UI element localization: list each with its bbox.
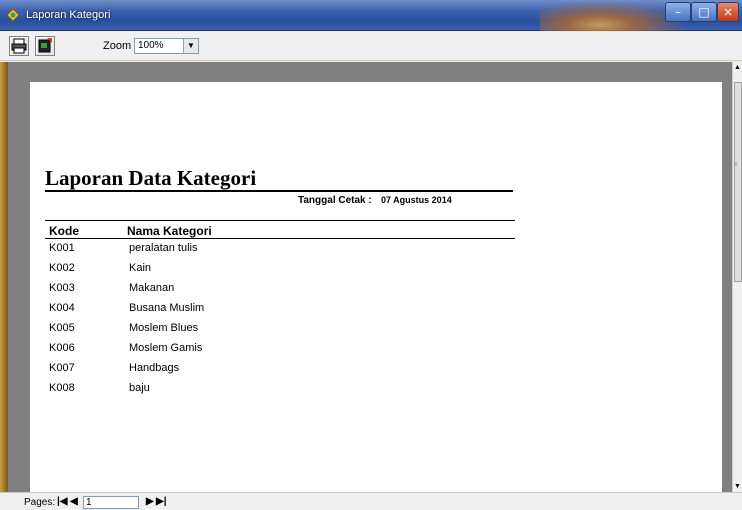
scroll-down-icon[interactable]: ▼	[734, 483, 741, 490]
printer-icon	[11, 38, 27, 54]
table-row: K004 Busana Muslim	[30, 302, 530, 322]
app-icon	[6, 8, 20, 22]
first-page-icon[interactable]: |◀	[57, 496, 68, 507]
table-row: K003 Makanan	[30, 282, 530, 302]
table-row: K005 Moslem Blues	[30, 322, 530, 342]
toolbar: Zoom 100% ▼	[0, 32, 742, 61]
grip-icon: ≡	[734, 162, 738, 168]
close-button[interactable]: ×	[717, 2, 739, 22]
table-row: K002 Kain	[30, 262, 530, 282]
print-date-value: 07 Agustus 2014	[381, 195, 452, 205]
cell-kode: K004	[49, 302, 75, 314]
table-row: K006 Moslem Gamis	[30, 342, 530, 362]
cell-nama-kategori: baju	[129, 382, 150, 394]
cell-kode: K008	[49, 382, 75, 394]
scrollbar-thumb[interactable]	[734, 82, 742, 282]
window-title: Laporan Kategori	[26, 9, 111, 21]
report-viewer: Laporan Data Kategori Tanggal Cetak : 07…	[8, 62, 732, 492]
previous-page-icon[interactable]: ◀	[70, 496, 78, 507]
minimize-icon: –	[675, 5, 681, 19]
vertical-scrollbar[interactable]: ▲ ≡ ▼	[732, 62, 742, 492]
minimize-button[interactable]: –	[665, 2, 691, 22]
cell-kode: K005	[49, 322, 75, 334]
close-icon: ×	[722, 5, 734, 19]
page-navigation-bar: Pages: |◀ ◀ 1 ▶ ▶|	[0, 492, 742, 510]
print-button[interactable]	[9, 36, 29, 56]
maximize-icon: □	[698, 5, 710, 19]
chevron-down-icon[interactable]: ▼	[183, 39, 198, 53]
export-button[interactable]	[35, 36, 55, 56]
print-date-label: Tanggal Cetak :	[298, 195, 372, 206]
export-icon	[38, 38, 52, 53]
cell-nama-kategori: Makanan	[129, 282, 175, 294]
last-page-icon[interactable]: ▶|	[156, 496, 167, 507]
page-number-input[interactable]: 1	[83, 496, 139, 509]
zoom-label: Zoom	[103, 40, 132, 52]
cell-kode: K007	[49, 362, 75, 374]
header-rule-bottom	[45, 238, 515, 239]
cell-nama-kategori: Busana Muslim	[129, 302, 205, 314]
column-header-nama-kategori: Nama Kategori	[127, 224, 212, 238]
window-left-edge	[0, 62, 8, 492]
table-row: K001 peralatan tulis	[30, 242, 530, 262]
zoom-value: 100%	[138, 40, 164, 51]
header-rule-top	[45, 220, 515, 221]
scroll-up-icon[interactable]: ▲	[734, 64, 741, 71]
cell-nama-kategori: Moslem Blues	[129, 322, 199, 334]
maximize-button[interactable]: □	[691, 2, 717, 22]
cell-nama-kategori: peralatan tulis	[129, 242, 198, 254]
table-row: K008 baju	[30, 382, 530, 402]
table-row: K007 Handbags	[30, 362, 530, 382]
pages-label: Pages:	[24, 497, 56, 508]
next-page-icon[interactable]: ▶	[146, 496, 154, 507]
cell-nama-kategori: Handbags	[129, 362, 180, 374]
cell-kode: K002	[49, 262, 75, 274]
title-bar: Laporan Kategori – □ ×	[0, 0, 742, 31]
report-title: Laporan Data Kategori	[45, 166, 257, 190]
cell-kode: K001	[49, 242, 75, 254]
report-page: Laporan Data Kategori Tanggal Cetak : 07…	[30, 82, 722, 492]
cell-kode: K003	[49, 282, 75, 294]
cell-nama-kategori: Kain	[129, 262, 152, 274]
cell-nama-kategori: Moslem Gamis	[129, 342, 203, 354]
zoom-select[interactable]: 100% ▼	[134, 38, 199, 54]
column-header-kode: Kode	[49, 224, 79, 238]
cell-kode: K006	[49, 342, 75, 354]
title-rule	[45, 190, 513, 192]
